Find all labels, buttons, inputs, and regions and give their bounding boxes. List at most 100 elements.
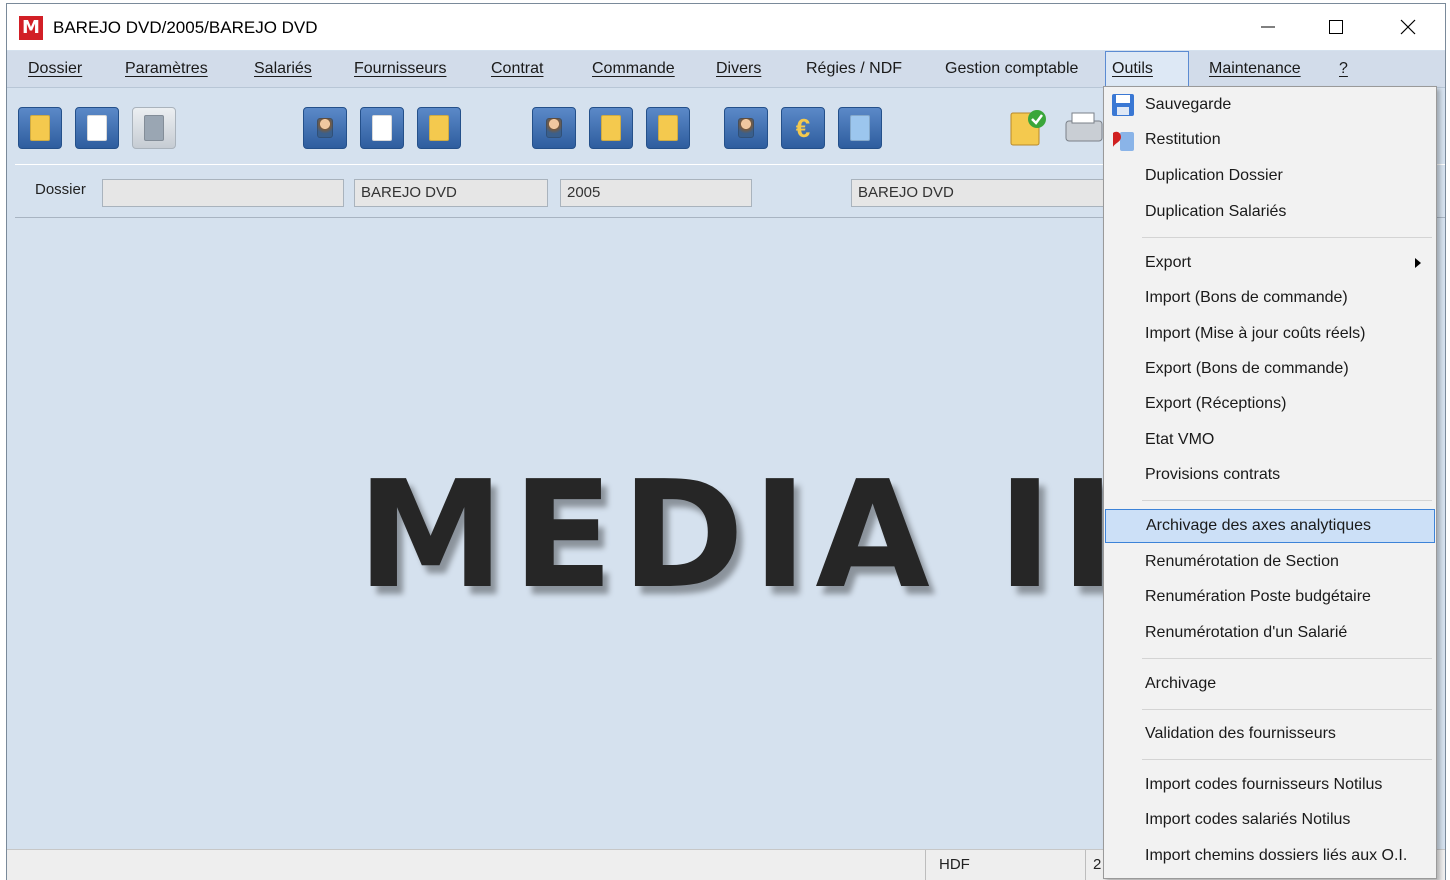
edit-document-icon [372, 115, 392, 141]
validated-folder-icon [1010, 110, 1046, 146]
menu-item-label: Import codes salariés Notilus [1145, 811, 1351, 828]
menu-item-label: Export (Bons de commande) [1145, 360, 1349, 377]
contract-icon [601, 115, 621, 141]
outils-dropdown-menu: Sauvegarde Restitution Duplication Dossi… [1103, 86, 1437, 879]
media-ii-logo: MEDIA II [357, 449, 1124, 621]
minimize-icon [1261, 26, 1275, 28]
printer-button[interactable] [1060, 107, 1104, 149]
menu-separator [1142, 759, 1432, 760]
menu-item-label: Archivage des axes analytiques [1146, 517, 1372, 534]
app-logo-icon: M [19, 16, 43, 40]
dossier-code-field[interactable] [102, 179, 344, 207]
window-title: BAREJO DVD/2005/BAREJO DVD [53, 18, 318, 37]
euro-button[interactable]: € [781, 107, 825, 149]
euro-icon: € [795, 113, 811, 143]
menu-item-sauvegarde[interactable]: Sauvegarde [1105, 88, 1435, 122]
open-book-icon [429, 115, 449, 141]
menu-item-export[interactable]: Export [1105, 246, 1435, 280]
menu-item-duplication-dossier[interactable]: Duplication Dossier [1105, 159, 1435, 193]
document-button[interactable] [75, 107, 119, 149]
maximize-button[interactable] [1313, 4, 1359, 50]
menu-help[interactable]: ? [1333, 51, 1354, 87]
payroll-icon [738, 118, 754, 138]
menu-item-label: Duplication Dossier [1145, 167, 1283, 184]
menu-item-provisions[interactable]: Provisions contrats [1105, 458, 1435, 492]
dossier-company-field[interactable]: BAREJO DVD [851, 179, 1111, 207]
restore-icon [1113, 131, 1134, 151]
menu-item-renum-section[interactable]: Renumérotation de Section [1105, 545, 1435, 579]
dossier-label: Dossier [35, 181, 86, 198]
menu-item-import-codes-salaries[interactable]: Import codes salariés Notilus [1105, 803, 1435, 837]
status-region: HDF [939, 856, 970, 873]
menu-dossier[interactable]: Dossier [22, 51, 88, 87]
menu-item-import-codes-fournisseurs[interactable]: Import codes fournisseurs Notilus [1105, 768, 1435, 802]
printer-icon [1065, 112, 1103, 142]
menu-regies-ndf[interactable]: Régies / NDF [800, 51, 908, 87]
menu-item-renum-poste[interactable]: Renumération Poste budgétaire [1105, 580, 1435, 614]
contract-button[interactable] [589, 107, 633, 149]
chart-button[interactable] [838, 107, 882, 149]
supplier-icon [546, 118, 562, 138]
menu-item-duplication-salaries[interactable]: Duplication Salariés [1105, 195, 1435, 229]
status-separator [925, 850, 926, 880]
menu-item-label: Renumérotation de Section [1145, 553, 1339, 570]
folder-icon [30, 115, 50, 141]
menu-item-label: Duplication Salariés [1145, 203, 1287, 220]
chart-icon [850, 115, 870, 141]
menu-contrat[interactable]: Contrat [485, 51, 549, 87]
menu-item-label: Provisions contrats [1145, 466, 1281, 483]
close-button[interactable] [1385, 4, 1431, 50]
save-icon [1112, 94, 1134, 116]
menu-bar: Dossier Paramètres Salariés Fournisseurs… [7, 51, 1445, 88]
menu-item-label: Etat VMO [1145, 431, 1215, 448]
dossier-year-field[interactable]: 2005 [560, 179, 752, 207]
menu-item-restitution[interactable]: Restitution [1105, 123, 1435, 157]
menu-gestion-comptable[interactable]: Gestion comptable [939, 51, 1084, 87]
menu-commande[interactable]: Commande [586, 51, 681, 87]
menu-item-label: Validation des fournisseurs [1145, 725, 1336, 742]
menu-item-export-receptions[interactable]: Export (Réceptions) [1105, 387, 1435, 421]
employee-button[interactable] [303, 107, 347, 149]
menu-item-export-bons[interactable]: Export (Bons de commande) [1105, 352, 1435, 386]
menu-divers[interactable]: Divers [710, 51, 767, 87]
menu-item-label: Import (Mise à jour coûts réels) [1145, 325, 1366, 342]
menu-fournisseurs[interactable]: Fournisseurs [348, 51, 452, 87]
menu-maintenance[interactable]: Maintenance [1203, 51, 1307, 87]
edit-document-button[interactable] [360, 107, 404, 149]
minimize-button[interactable] [1245, 4, 1291, 50]
menu-separator [1142, 709, 1432, 710]
search-person-button[interactable] [646, 107, 690, 149]
menu-item-renum-salarie[interactable]: Renumérotation d'un Salarié [1105, 616, 1435, 650]
maximize-icon [1329, 20, 1343, 34]
menu-item-label: Renumération Poste budgétaire [1145, 588, 1371, 605]
close-icon [1400, 19, 1416, 35]
menu-item-label: Archivage [1145, 675, 1217, 692]
open-book-button[interactable] [417, 107, 461, 149]
payroll-button[interactable] [724, 107, 768, 149]
menu-parametres[interactable]: Paramètres [119, 51, 214, 87]
menu-item-label: Restitution [1145, 131, 1221, 148]
menu-separator [1142, 237, 1432, 238]
menu-item-import-bons[interactable]: Import (Bons de commande) [1105, 281, 1435, 315]
menu-salaries[interactable]: Salariés [248, 51, 318, 87]
menu-item-archivage-axes[interactable]: Archivage des axes analytiques [1105, 509, 1435, 543]
menu-item-etat-vmo[interactable]: Etat VMO [1105, 423, 1435, 457]
menu-item-label: Import chemins dossiers liés aux O.I. [1145, 847, 1408, 864]
dossier-name-field[interactable]: BAREJO DVD [354, 179, 548, 207]
menu-item-archivage[interactable]: Archivage [1105, 667, 1435, 701]
disabled-tool-icon [144, 115, 164, 141]
folder-button[interactable] [18, 107, 62, 149]
menu-outils[interactable]: Outils [1105, 51, 1189, 87]
employee-icon [317, 118, 333, 138]
menu-item-import-maj[interactable]: Import (Mise à jour coûts réels) [1105, 317, 1435, 351]
menu-separator [1142, 500, 1432, 501]
menu-item-validation-fournisseurs[interactable]: Validation des fournisseurs [1105, 717, 1435, 751]
disabled-tool-button[interactable] [132, 107, 176, 149]
menu-item-import-chemins[interactable]: Import chemins dossiers liés aux O.I. [1105, 839, 1435, 873]
document-icon [87, 115, 107, 141]
supplier-button[interactable] [532, 107, 576, 149]
status-value: 2 [1093, 856, 1102, 873]
menu-item-label: Import (Bons de commande) [1145, 289, 1348, 306]
validated-folder-button[interactable] [1005, 107, 1049, 149]
menu-item-label: Export (Réceptions) [1145, 395, 1287, 412]
